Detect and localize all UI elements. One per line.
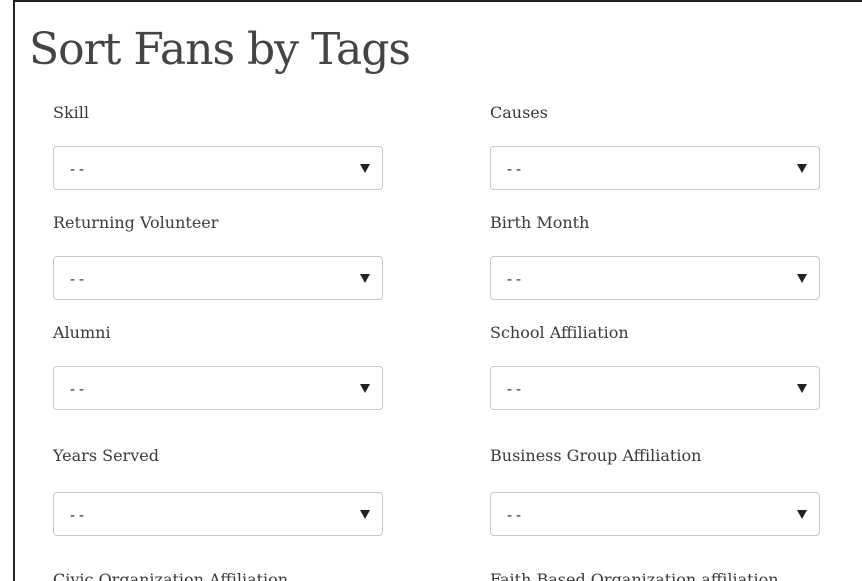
sort-fans-panel: Sort Fans by Tags Skill -- Causes -- Ret… xyxy=(13,0,862,581)
chevron-down-icon xyxy=(360,510,370,519)
causes-label: Causes xyxy=(490,103,548,122)
returning-volunteer-select[interactable]: -- xyxy=(53,256,383,300)
skill-select-value: -- xyxy=(68,160,87,178)
alumni-select[interactable]: -- xyxy=(53,366,383,410)
birth-month-select[interactable]: -- xyxy=(490,256,820,300)
chevron-down-icon xyxy=(360,164,370,173)
years-served-select-value: -- xyxy=(68,506,87,524)
returning-volunteer-select-value: -- xyxy=(68,270,87,288)
years-served-label: Years Served xyxy=(53,446,159,465)
page-title: Sort Fans by Tags xyxy=(29,24,411,75)
causes-select[interactable]: -- xyxy=(490,146,820,190)
chevron-down-icon xyxy=(797,384,807,393)
years-served-select[interactable]: -- xyxy=(53,492,383,536)
business-group-affiliation-select[interactable]: -- xyxy=(490,492,820,536)
causes-select-value: -- xyxy=(505,160,524,178)
chevron-down-icon xyxy=(797,164,807,173)
school-affiliation-select[interactable]: -- xyxy=(490,366,820,410)
skill-label: Skill xyxy=(53,103,90,122)
school-affiliation-label: School Affiliation xyxy=(490,323,629,342)
chevron-down-icon xyxy=(360,274,370,283)
chevron-down-icon xyxy=(360,384,370,393)
business-group-affiliation-select-value: -- xyxy=(505,506,524,524)
faith-based-organization-affiliation-label: Faith Based Organization affiliation xyxy=(490,570,779,581)
civic-organization-affiliation-label: Civic Organization Affiliation xyxy=(53,570,289,581)
business-group-affiliation-label: Business Group Affiliation xyxy=(490,446,702,465)
chevron-down-icon xyxy=(797,274,807,283)
skill-select[interactable]: -- xyxy=(53,146,383,190)
chevron-down-icon xyxy=(797,510,807,519)
returning-volunteer-label: Returning Volunteer xyxy=(53,213,219,232)
school-affiliation-select-value: -- xyxy=(505,380,524,398)
alumni-label: Alumni xyxy=(53,323,111,342)
birth-month-select-value: -- xyxy=(505,270,524,288)
alumni-select-value: -- xyxy=(68,380,87,398)
birth-month-label: Birth Month xyxy=(490,213,590,232)
